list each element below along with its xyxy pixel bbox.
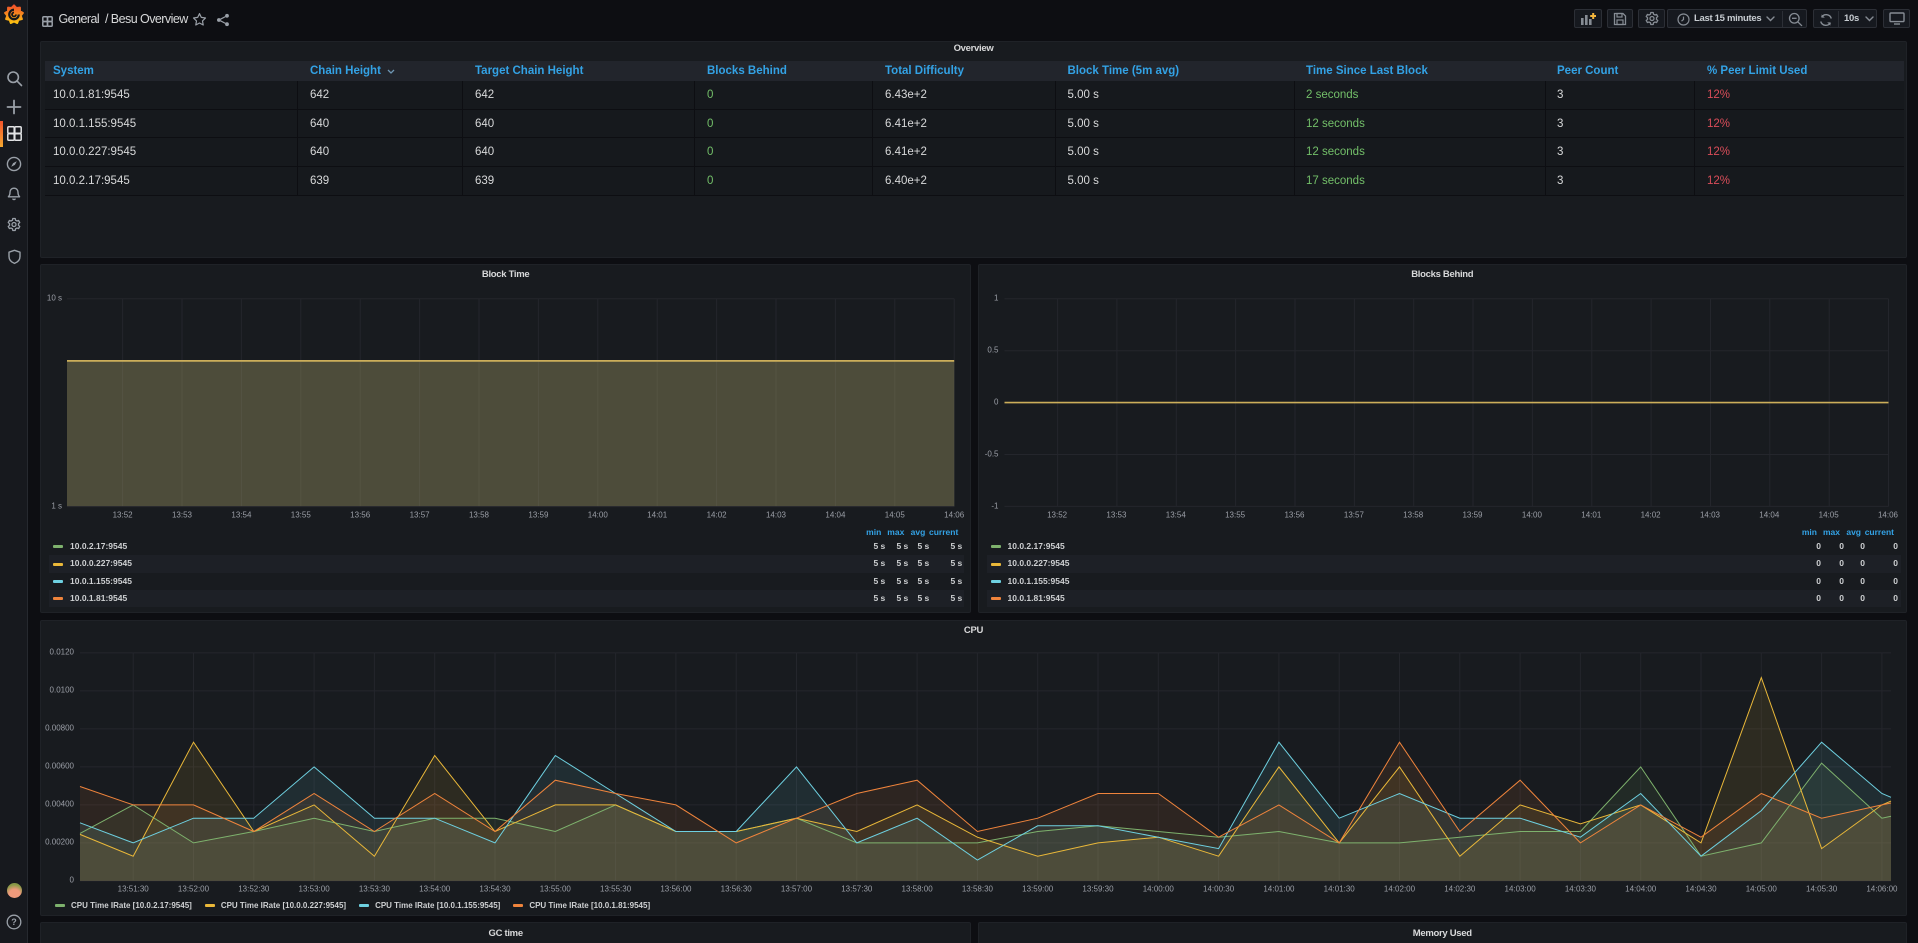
svg-text:?: ? bbox=[11, 917, 17, 927]
